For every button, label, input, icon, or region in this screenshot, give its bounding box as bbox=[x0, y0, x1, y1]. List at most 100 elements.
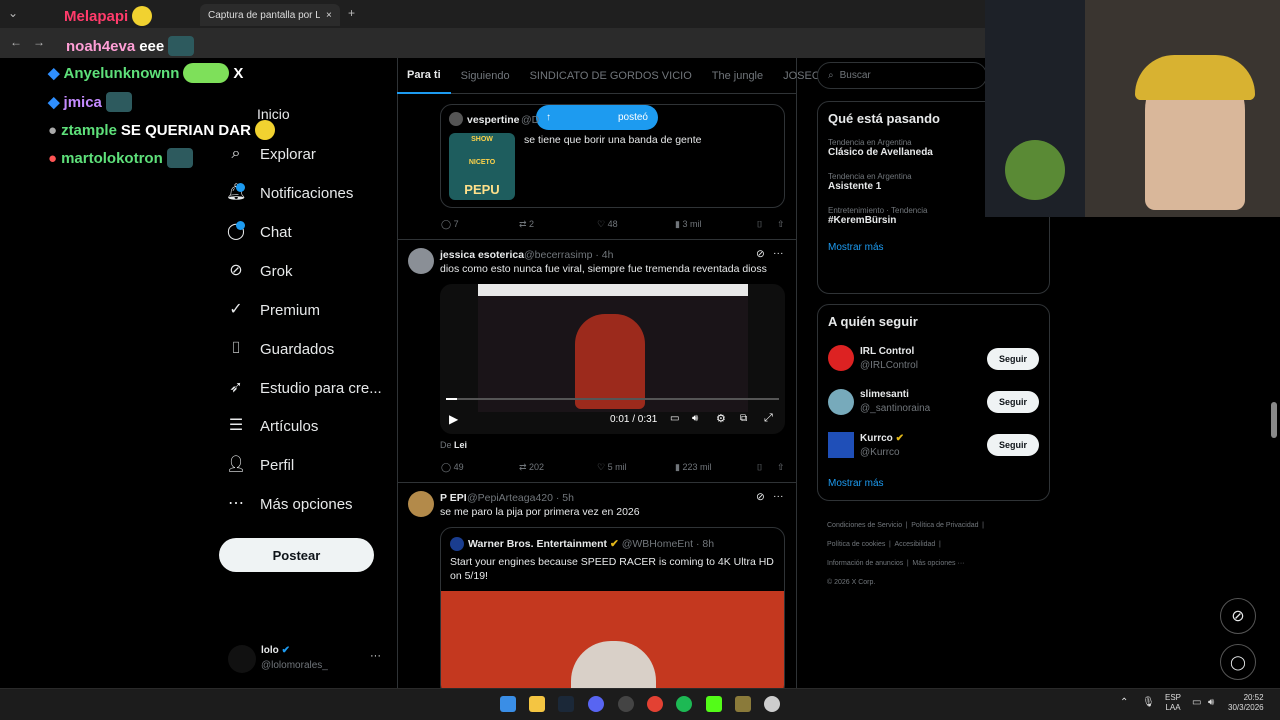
more-icon[interactable]: ··· bbox=[773, 247, 784, 259]
app-icon[interactable] bbox=[735, 696, 751, 712]
retweet-button[interactable]: ⇄ 2 bbox=[519, 219, 597, 230]
retweet-button[interactable]: ⇄ 202 bbox=[519, 462, 597, 473]
x-logo-icon: X bbox=[233, 64, 244, 82]
tab-para-ti[interactable]: Para ti bbox=[397, 58, 451, 94]
suggestion-name[interactable]: slimesanti bbox=[860, 389, 909, 400]
emote-icon bbox=[166, 148, 193, 168]
messages-icon[interactable]: ◯ bbox=[1220, 644, 1256, 680]
views-button[interactable]: ▮ 223 mil bbox=[675, 462, 757, 473]
show-more-link[interactable]: Mostrar más bbox=[828, 478, 884, 489]
views-button[interactable]: ▮ 3 mil bbox=[675, 219, 757, 230]
emote-icon bbox=[168, 36, 195, 56]
nav-articles[interactable]: ☰ Artículos bbox=[226, 416, 319, 436]
captions-icon[interactable]: ▭ bbox=[670, 413, 679, 424]
tab-lightshot[interactable]: Captura de pantalla por Lightsh × bbox=[200, 4, 340, 26]
clock[interactable]: 20:52 30/3/2026 bbox=[1228, 693, 1264, 713]
tab-sindicato[interactable]: SINDICATO DE GORDOS VICIO bbox=[520, 58, 702, 94]
search-icon: ⌕ bbox=[231, 145, 241, 162]
grok-icon[interactable]: ⊘ bbox=[1220, 598, 1256, 634]
fullscreen-icon[interactable]: ⤢ bbox=[764, 412, 773, 425]
ccleaner-icon[interactable] bbox=[764, 696, 780, 712]
settings-gear-icon[interactable]: ⚙ bbox=[716, 412, 726, 425]
network-icon[interactable]: ▭ bbox=[1192, 697, 1201, 708]
quote-media[interactable] bbox=[441, 591, 784, 696]
chat-message: noah4eva eee bbox=[66, 36, 195, 56]
grok-icon[interactable]: ⊘ bbox=[756, 248, 765, 260]
quoted-tweet-card[interactable]: Warner Bros. Entertainment ✔ @WBHomeEnt … bbox=[440, 527, 785, 697]
suggestion-name[interactable]: IRL Control bbox=[860, 346, 914, 357]
nav-explore[interactable]: ⌕ Explorar bbox=[226, 144, 316, 164]
follow-button[interactable]: Seguir bbox=[987, 391, 1039, 413]
video-progress-track[interactable] bbox=[446, 398, 779, 400]
video-player[interactable]: ▶ 0:01 / 0:31 ▭ 🔊︎ ⚙ ⧉ ⤢ bbox=[440, 284, 785, 434]
nav-bookmarks[interactable]: ⌷ Guardados bbox=[226, 339, 334, 359]
play-icon[interactable]: ▶ bbox=[449, 412, 458, 426]
search-input[interactable]: Buscar bbox=[840, 70, 871, 81]
volume-icon[interactable]: 🔊︎ bbox=[1208, 697, 1214, 708]
obs-icon[interactable] bbox=[618, 696, 634, 712]
more-icon[interactable]: ··· bbox=[773, 490, 784, 502]
video-subject bbox=[575, 314, 645, 409]
spotify-icon[interactable] bbox=[676, 696, 692, 712]
suggestion-name[interactable]: Kurrco ✔ bbox=[860, 433, 904, 444]
account-name[interactable]: lolo ✔ bbox=[261, 645, 290, 656]
video-attribution: De Lei bbox=[440, 440, 468, 450]
steam-icon[interactable] bbox=[558, 696, 574, 712]
chrome-icon[interactable] bbox=[647, 696, 663, 712]
nav-grok[interactable]: ⊘ Grok bbox=[226, 261, 292, 281]
nav-home-label: Inicio bbox=[257, 106, 290, 122]
bookmark-icon[interactable]: ⌷ bbox=[757, 462, 777, 473]
new-tab-button[interactable]: + bbox=[348, 6, 355, 20]
tweet-author[interactable]: P EPI bbox=[440, 492, 467, 504]
grok-icon[interactable]: ⊘ bbox=[756, 491, 765, 503]
nav-notifications[interactable]: 🔔︎ Notificaciones bbox=[226, 183, 353, 203]
nav-profile[interactable]: 👤︎ Perfil bbox=[226, 455, 294, 475]
account-handle: @lolomorales_ bbox=[261, 660, 328, 671]
volume-icon[interactable]: 🔊︎ bbox=[692, 413, 698, 424]
tab-the-jungle[interactable]: The jungle bbox=[702, 58, 773, 94]
forward-icon[interactable]: → bbox=[33, 35, 45, 49]
reply-button[interactable]: ◯ 49 bbox=[441, 462, 519, 473]
tweet-thumbnail[interactable]: SHOW NICETO PEPU bbox=[449, 133, 515, 200]
language-indicator[interactable]: ESP LAA bbox=[1165, 693, 1181, 713]
tweet-author[interactable]: vespertine bbox=[467, 114, 520, 126]
show-more-link[interactable]: Mostrar más bbox=[828, 242, 1039, 253]
quote-author: Warner Bros. Entertainment ✔ @WBHomeEnt … bbox=[468, 538, 715, 550]
tab-title: Captura de pantalla por Lightsh bbox=[208, 9, 320, 21]
nav-studio[interactable]: ➶ Estudio para cre... bbox=[226, 378, 381, 398]
tweet-handle: @becerrasimp · 4h bbox=[524, 249, 614, 261]
tray-chevron-icon[interactable]: ⌃ bbox=[1120, 697, 1128, 708]
share-icon[interactable]: ⇧ bbox=[777, 462, 785, 473]
nav-more[interactable]: ⋯ Más opciones bbox=[226, 494, 353, 514]
nav-label: Artículos bbox=[260, 417, 319, 435]
avatar[interactable] bbox=[408, 491, 434, 517]
chat-message: ◆ Anyelunknownn X bbox=[48, 63, 244, 83]
like-button[interactable]: ♡ 5 mil bbox=[597, 462, 675, 473]
chat-message: ◆ jmica bbox=[48, 92, 132, 112]
tweet-author[interactable]: jessica esoterica bbox=[440, 249, 524, 261]
tab-siguiendo[interactable]: Siguiendo bbox=[451, 58, 520, 94]
follow-button[interactable]: Seguir bbox=[987, 434, 1039, 456]
file-explorer-icon[interactable] bbox=[529, 696, 545, 712]
account-more-button[interactable]: ··· bbox=[370, 650, 381, 662]
kick-icon[interactable] bbox=[706, 696, 722, 712]
bookmark-icon[interactable]: ⌷ bbox=[757, 219, 777, 230]
avatar[interactable] bbox=[408, 248, 434, 274]
like-button[interactable]: ♡ 48 bbox=[597, 219, 675, 230]
follow-button[interactable]: Seguir bbox=[987, 348, 1039, 370]
discord-icon[interactable] bbox=[588, 696, 604, 712]
article-icon: ☰ bbox=[228, 417, 244, 434]
reply-button[interactable]: ◯ 7 bbox=[441, 219, 519, 230]
microphone-icon[interactable]: 🎙︎ bbox=[1142, 697, 1155, 708]
nav-home[interactable]: Inicio bbox=[257, 106, 290, 122]
start-icon[interactable] bbox=[500, 696, 516, 712]
back-icon[interactable]: ← bbox=[10, 35, 22, 49]
nav-premium[interactable]: ✓ Premium bbox=[226, 300, 320, 320]
pip-icon[interactable]: ⧉ bbox=[740, 413, 747, 424]
scrollbar[interactable] bbox=[1271, 402, 1277, 438]
tab-search-button[interactable]: ⌄ bbox=[8, 6, 18, 20]
close-tab-icon[interactable]: × bbox=[326, 10, 332, 21]
share-icon[interactable]: ⇧ bbox=[777, 219, 785, 230]
search-bar[interactable]: ⌕ Buscar bbox=[817, 62, 987, 89]
post-button[interactable]: Postear bbox=[219, 538, 374, 572]
